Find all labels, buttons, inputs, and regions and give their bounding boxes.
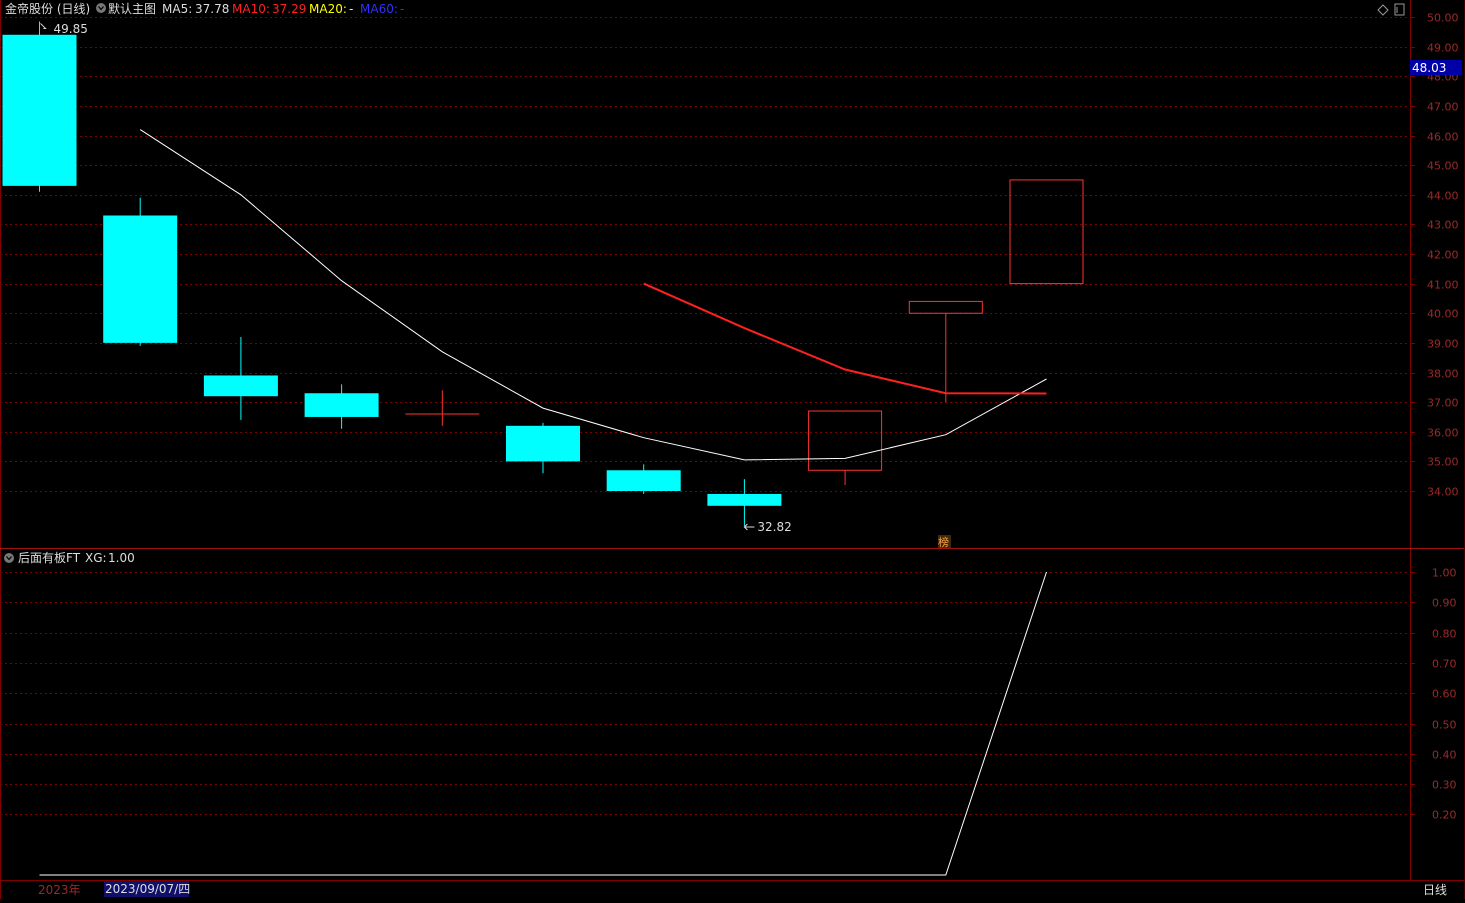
y-tick-label: 41.00 [1427, 279, 1459, 292]
ma5-value: 37.78 [195, 2, 229, 16]
y-tick-label: 0.50 [1432, 719, 1457, 732]
template-dropdown-icon[interactable] [96, 3, 106, 13]
indicator-dropdown-icon[interactable] [4, 553, 14, 563]
candle-body [103, 215, 178, 343]
y-tick-label: 44.00 [1427, 190, 1459, 203]
y-tick-label: 46.00 [1427, 131, 1459, 144]
candle-body [707, 493, 782, 506]
y-tick-label: 47.00 [1427, 101, 1459, 114]
y-tick-label: 49.00 [1427, 42, 1459, 55]
candle-body [606, 470, 681, 491]
x-axis-date-label: 2023/09/07/四 [105, 882, 190, 896]
marker-label: 榜 [938, 535, 949, 549]
y-tick-label: 37.00 [1427, 397, 1459, 410]
indicator-name: 后面有板FT [18, 551, 81, 565]
x-axis-year-label: 2023年 [38, 883, 81, 897]
y-tick-label: 0.80 [1432, 628, 1457, 641]
y-tick-label: 38.00 [1427, 368, 1459, 381]
template-name: 默认主图 [108, 1, 156, 16]
stock-title: 金帝股份 (日线) [5, 1, 90, 16]
current-price-value: 48.03 [1412, 61, 1446, 75]
y-tick-label: 34.00 [1427, 486, 1459, 499]
chart-canvas[interactable]: 34.00 35.00 36.00 37.00 38.00 39.00 40.00 41.00… [0, 0, 1465, 899]
y-tick-label: 50.00 [1427, 12, 1459, 25]
ma20-label: MA20: [309, 2, 347, 16]
ma60-value: - [400, 2, 404, 16]
y-tick-label: 43.00 [1427, 219, 1459, 232]
y-tick-label: 45.00 [1427, 160, 1459, 173]
candle-body [2, 34, 77, 186]
candle-down[interactable] [103, 197, 178, 346]
chart-background [0, 0, 1465, 899]
y-tick-label: 40.00 [1427, 308, 1459, 321]
y-tick-label: 0.40 [1432, 749, 1457, 762]
candle-down[interactable] [2, 21, 77, 192]
y-tick-label: 1.00 [1432, 567, 1457, 580]
y-tick-label: 0.60 [1432, 688, 1457, 701]
candle-body [304, 393, 379, 417]
candle-body [506, 425, 580, 462]
y-tick-label: 0.20 [1432, 809, 1457, 822]
ma20-value: - [349, 2, 353, 16]
ma10-value: 37.29 [272, 2, 306, 16]
xg-value: 1.00 [108, 551, 135, 565]
xg-label: XG: [85, 551, 107, 565]
y-tick-label: 42.00 [1427, 249, 1459, 262]
y-tick-label: 39.00 [1427, 338, 1459, 351]
ma60-label: MA60: [360, 2, 398, 16]
y-tick-label: 0.90 [1432, 597, 1457, 610]
y-tick-label: 0.70 [1432, 658, 1457, 671]
ma10-label: MA10: [232, 2, 270, 16]
high-price-label: 49.85 [54, 22, 88, 36]
y-tick-label: 0.30 [1432, 779, 1457, 792]
ma5-label: MA5: [162, 2, 192, 16]
y-tick-label: 35.00 [1427, 456, 1459, 469]
low-price-label: 32.82 [757, 520, 791, 534]
period-button[interactable]: 日线 [1423, 883, 1447, 897]
candle-body [203, 375, 278, 397]
stock-chart-window[interactable]: 34.00 35.00 36.00 37.00 38.00 39.00 40.00 41.00… [0, 0, 1465, 899]
y-tick-label: 36.00 [1427, 427, 1459, 440]
